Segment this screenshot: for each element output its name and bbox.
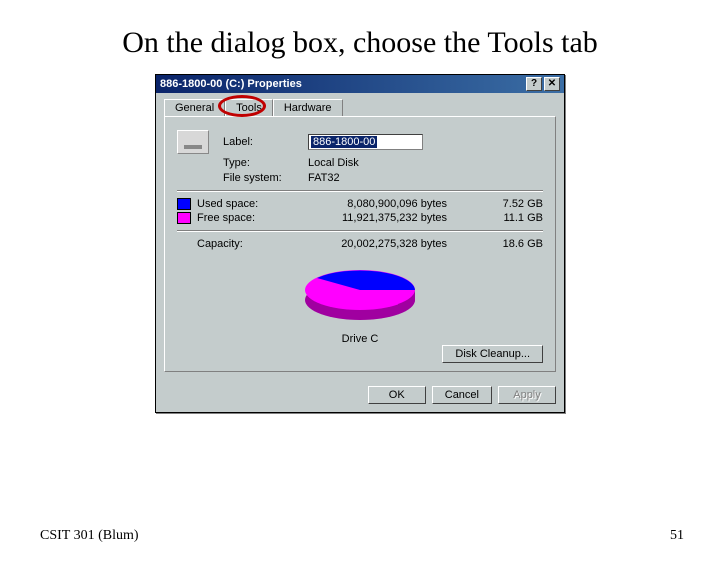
cancel-button[interactable]: Cancel <box>432 386 492 404</box>
free-space-bytes: 11,921,375,232 bytes <box>315 212 455 224</box>
help-button[interactable]: ? <box>526 77 542 91</box>
free-space-label: Free space: <box>197 212 255 224</box>
ok-button[interactable]: OK <box>368 386 426 404</box>
disk-cleanup-button[interactable]: Disk Cleanup... <box>442 345 543 363</box>
disk-usage-pie <box>295 258 425 328</box>
capacity-bytes: 20,002,275,328 bytes <box>315 238 455 250</box>
separator <box>177 230 543 232</box>
tab-tools[interactable]: Tools <box>225 99 273 116</box>
used-space-bytes: 8,080,900,096 bytes <box>315 198 455 210</box>
tab-pane-general: Label: 886-1800-00 Type: Local Disk File… <box>164 116 556 372</box>
type-value: Local Disk <box>308 157 359 169</box>
tab-row: General Tools Hardware <box>156 93 564 116</box>
drive-icon <box>177 130 209 154</box>
tab-hardware[interactable]: Hardware <box>273 99 343 116</box>
window-title: 886-1800-00 (C:) Properties <box>160 75 302 93</box>
separator <box>177 190 543 192</box>
filesystem-value: FAT32 <box>308 172 340 184</box>
used-swatch <box>177 198 191 210</box>
titlebar: 886-1800-00 (C:) Properties ? ✕ <box>156 75 564 93</box>
close-button[interactable]: ✕ <box>544 77 560 91</box>
filesystem-label: File system: <box>223 172 308 184</box>
slide-number: 51 <box>670 528 684 544</box>
apply-button[interactable]: Apply <box>498 386 556 404</box>
slide-title: On the dialog box, choose the Tools tab <box>40 24 680 62</box>
free-space-human: 11.1 GB <box>483 212 543 224</box>
used-space-human: 7.52 GB <box>483 198 543 210</box>
used-space-label: Used space: <box>197 198 258 210</box>
drive-caption: Drive C <box>177 333 543 345</box>
slide-footer-left: CSIT 301 (Blum) <box>40 528 139 544</box>
capacity-human: 18.6 GB <box>483 238 543 250</box>
properties-dialog: 886-1800-00 (C:) Properties ? ✕ General … <box>155 74 565 413</box>
tab-general[interactable]: General <box>164 99 225 116</box>
free-swatch <box>177 212 191 224</box>
dialog-buttons: OK Cancel Apply <box>156 378 564 412</box>
capacity-label: Capacity: <box>197 238 243 250</box>
label-input[interactable]: 886-1800-00 <box>308 134 423 150</box>
label-label: Label: <box>223 136 308 148</box>
type-label: Type: <box>223 157 308 169</box>
